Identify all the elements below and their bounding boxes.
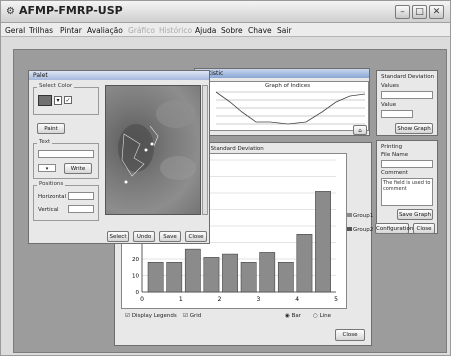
file-name-field[interactable] <box>381 160 433 168</box>
menu-trilhas[interactable]: Trilhas <box>29 26 53 35</box>
x-tick-label: 2 <box>218 296 222 303</box>
file-panel-close-button[interactable]: Close <box>413 223 435 234</box>
x-tick-label: 0 <box>140 296 144 303</box>
bar-group1 <box>203 257 220 293</box>
paint-button[interactable]: Paint <box>37 123 65 134</box>
configuration-button[interactable]: Configuration <box>375 223 413 234</box>
app-icon: ⚙ <box>6 6 15 17</box>
bar-group1 <box>184 248 201 293</box>
legend-group1: Group1 <box>347 213 373 219</box>
top-chart-svg <box>215 91 366 125</box>
x-tick-label: 1 <box>179 296 183 303</box>
x-tick-label: 4 <box>295 296 299 303</box>
close-button[interactable]: ✕ <box>429 5 444 19</box>
horizontal-field[interactable] <box>68 192 94 200</box>
legend-group2-label: Group2 <box>353 227 374 233</box>
comment-label: Comment <box>381 170 408 176</box>
menu-sair[interactable]: Sair <box>277 26 292 35</box>
menu-grafico[interactable]: Gráfico <box>128 26 155 35</box>
menu-sobre[interactable]: Sobre <box>221 26 243 35</box>
x-tick-label: 3 <box>256 296 260 303</box>
chart-close-button[interactable]: Close <box>335 329 365 341</box>
display-legends-toggle[interactable]: ☑ Display Legends <box>125 313 177 319</box>
color-swatch[interactable] <box>38 95 52 106</box>
show-graph-button[interactable]: Show Graph <box>395 123 433 134</box>
menu-ajuda[interactable]: Ajuda <box>195 26 216 35</box>
write-button[interactable]: Write <box>64 163 92 174</box>
std-dev-title: Standard Deviation <box>381 74 435 80</box>
save-graph-button[interactable]: Save Graph <box>397 209 433 220</box>
color-dropdown[interactable]: ▾ <box>54 96 62 105</box>
select-color-label: Select Color <box>37 83 75 89</box>
graph-window-scroll-button[interactable]: ⌂ <box>353 125 367 135</box>
horizontal-label: Horizontal <box>38 194 67 200</box>
y-tick-label: 0 <box>136 290 140 296</box>
bar-group2 <box>315 191 331 293</box>
value-label: Value <box>381 102 397 108</box>
vertical-field[interactable] <box>68 205 94 213</box>
bar-group1 <box>240 262 257 293</box>
title-bar: ⚙ AFMP-FMRP-USP – □ ✕ <box>1 1 450 23</box>
line-radio-label: Line <box>319 313 332 319</box>
top-chart-area: Graph of Indices <box>209 81 369 131</box>
grid-label: Grid <box>189 313 202 319</box>
select-button[interactable]: Select <box>107 231 129 242</box>
bar-group1 <box>147 262 164 293</box>
menu-geral[interactable]: Geral <box>5 26 25 35</box>
display-legends-label: Display Legends <box>131 313 177 319</box>
maximize-button[interactable]: □ <box>412 5 427 19</box>
palette-save-button[interactable]: Save <box>159 231 181 242</box>
bar-group1 <box>222 253 238 293</box>
legend-group1-label: Group1 <box>353 213 374 219</box>
positions-label: Positions <box>37 181 66 187</box>
grid-toggle[interactable]: ☑ Grid <box>183 313 201 319</box>
file-panel-title: Printing <box>381 144 403 150</box>
values-label: Values <box>381 83 399 89</box>
palette-close-button[interactable]: Close <box>185 231 207 242</box>
file-name-label: File Name <box>381 152 409 158</box>
graph-window-title: Statistic <box>195 69 369 78</box>
select-color-group: Select Color ▾ ✓ <box>33 83 99 115</box>
comment-field[interactable]: The field is used to comment <box>381 178 433 206</box>
std-dev-panel: Standard Deviation Values Value Show Gra… <box>376 70 438 136</box>
graph-window: Statistic Graph of Indices ⌂ <box>194 68 370 136</box>
bar-group1 <box>166 262 183 293</box>
palette-window: Palet Select Color ▾ ✓ Paint Text ▾ Writ… <box>28 70 210 244</box>
menu-historico[interactable]: Histórico <box>159 26 192 35</box>
palette-title: Palet <box>29 71 209 80</box>
positions-group: Positions Horizontal Vertical <box>33 181 99 221</box>
text-label: Text <box>37 139 53 145</box>
bar-radio-label: Bar <box>291 313 301 319</box>
values-select[interactable] <box>381 91 433 99</box>
legend-group2: Group2 <box>347 227 373 233</box>
y-tick-label: 10 <box>132 274 139 280</box>
line-radio[interactable]: ○ Line <box>313 313 331 319</box>
text-group: Text ▾ Write <box>33 139 99 179</box>
text-input[interactable] <box>38 150 94 158</box>
image-canvas[interactable] <box>105 85 201 215</box>
menu-pintar[interactable]: Pintar <box>60 26 82 35</box>
bar-group1 <box>259 252 276 293</box>
file-panel: Printing File Name Comment The field is … <box>375 140 438 234</box>
image-scrollbar[interactable] <box>202 85 208 215</box>
bar-group1 <box>296 234 313 293</box>
y-tick-label: 20 <box>132 257 139 263</box>
value-field[interactable] <box>381 110 413 118</box>
image-canvas-overlay <box>118 100 196 184</box>
bar-radio[interactable]: ◉ Bar <box>285 313 301 319</box>
font-size-select[interactable]: ▾ <box>38 164 56 172</box>
menu-chave[interactable]: Chave <box>248 26 272 35</box>
app-title: AFMP-FMRP-USP <box>19 4 123 17</box>
legend-swatch-group1 <box>347 213 352 217</box>
undo-button[interactable]: Undo <box>133 231 155 242</box>
legend-swatch-group2 <box>347 227 352 231</box>
x-tick-label: 5 <box>334 296 338 303</box>
bar-group1 <box>277 262 294 293</box>
color-checkbox[interactable]: ✓ <box>64 96 72 104</box>
vertical-label: Vertical <box>38 207 59 213</box>
minimize-button[interactable]: – <box>395 5 410 19</box>
menu-avaliacao[interactable]: Avaliação <box>87 26 123 35</box>
menu-bar: Geral Trilhas Pintar Avaliação Gráfico H… <box>1 23 450 37</box>
